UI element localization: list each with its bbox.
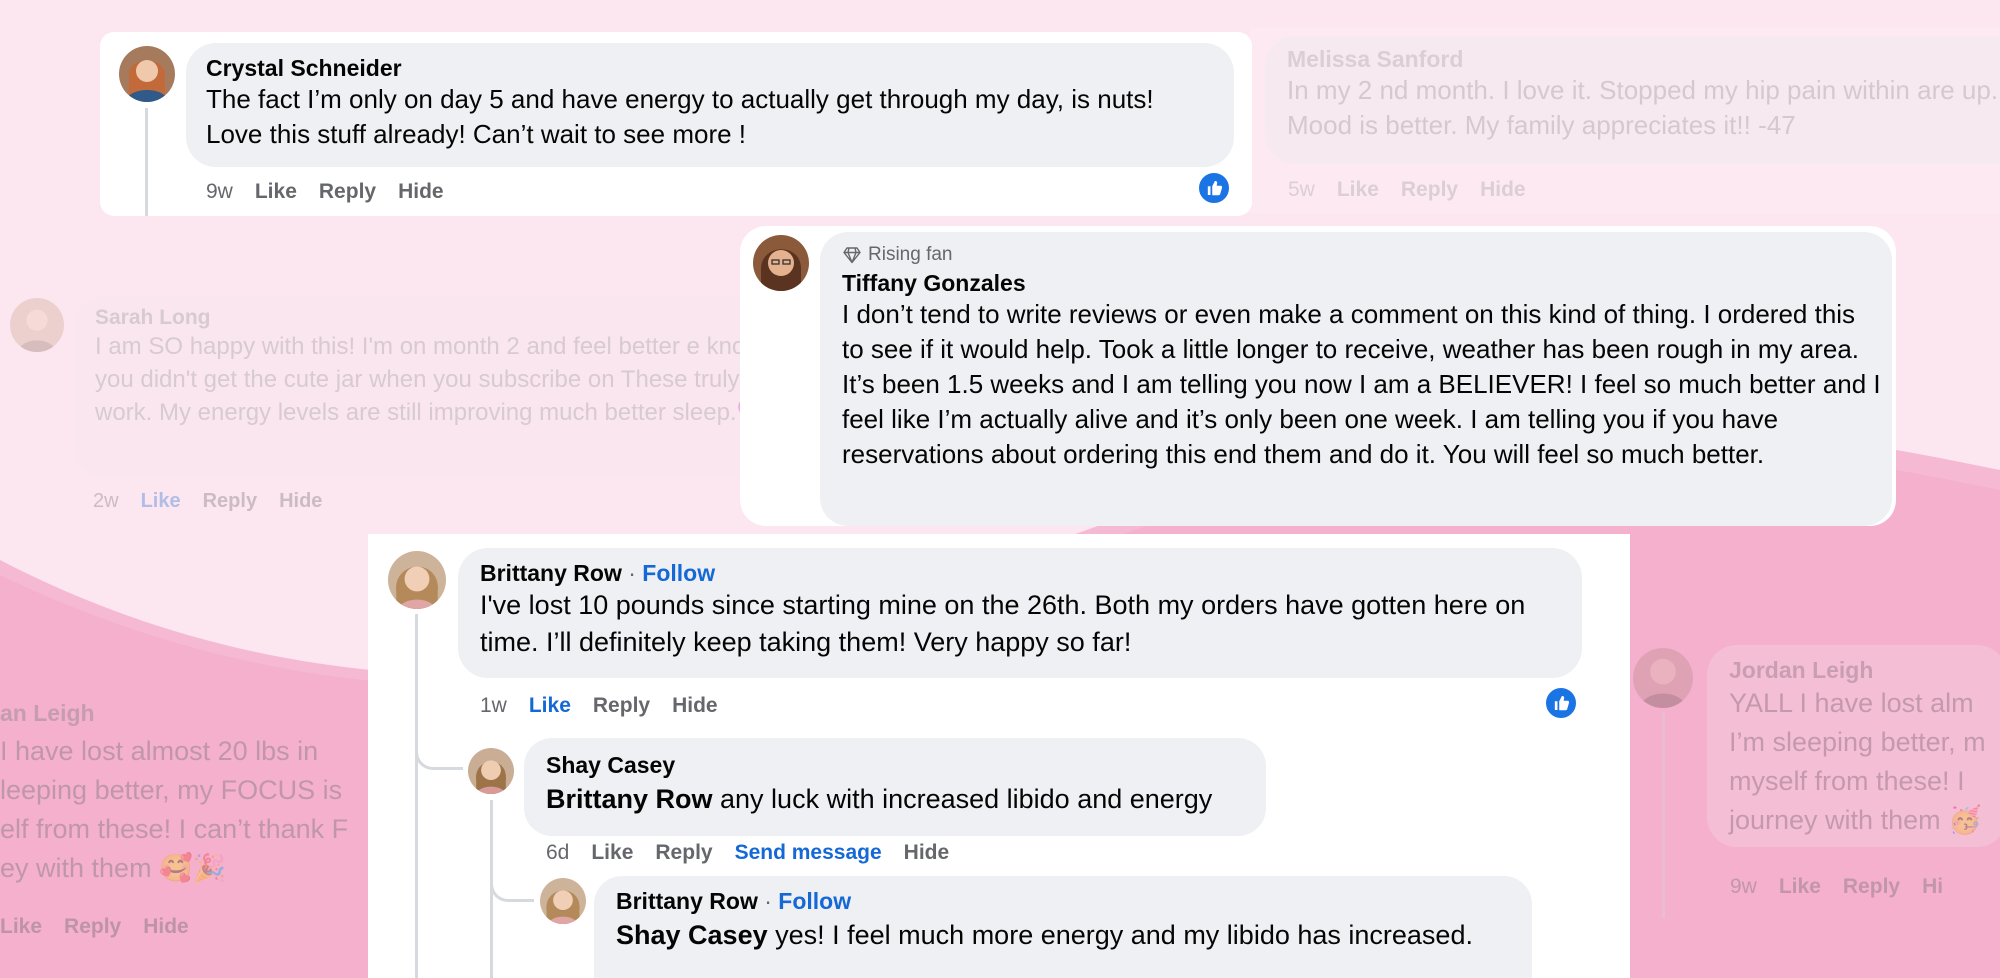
avatar[interactable] [468, 748, 514, 794]
follow-link[interactable]: Follow [778, 888, 851, 914]
comment-text: YALL I have lost alm I’m sleeping better… [1729, 688, 1986, 835]
commenter-name[interactable]: Tiffany Gonzales [842, 270, 1870, 297]
like-link[interactable]: Like [1337, 178, 1379, 202]
commenter-name[interactable]: Jordan Leigh [1729, 657, 1985, 684]
rising-fan-badge[interactable]: Rising fan [842, 244, 1870, 266]
avatar[interactable] [540, 878, 586, 924]
commenter-name[interactable]: Sarah Long [95, 306, 775, 330]
avatar[interactable] [753, 235, 809, 291]
comment-text: I have lost almost 20 lbs in leeping bet… [0, 736, 349, 883]
like-icon[interactable] [1544, 686, 1578, 720]
like-link[interactable]: Like [255, 180, 297, 204]
follow-link[interactable]: Follow [642, 560, 715, 586]
hide-link[interactable]: Hide [398, 180, 444, 204]
commenter-name[interactable]: Brittany Row [480, 560, 622, 586]
comment-time[interactable]: 6d [546, 841, 569, 865]
comment-text: I've lost 10 pounds since starting mine … [480, 590, 1526, 657]
like-link[interactable]: Like [529, 694, 571, 718]
hide-link[interactable]: Hi [1922, 875, 1943, 899]
mention-link[interactable]: Brittany Row [546, 784, 713, 814]
hide-link[interactable]: Hide [1480, 178, 1526, 202]
comment-text: I am SO happy with this! I'm on month 2 … [95, 333, 776, 426]
hide-link[interactable]: Hide [143, 915, 189, 939]
avatar[interactable] [1633, 648, 1693, 708]
comment-time[interactable]: 2w [93, 490, 119, 513]
hide-link[interactable]: Hide [672, 694, 718, 718]
comment-time[interactable]: 9w [1730, 875, 1757, 899]
separator-dot: · [764, 888, 772, 914]
send-message-link[interactable]: Send message [735, 841, 882, 865]
reply-link[interactable]: Reply [203, 490, 257, 513]
comment-text: any luck with increased libido and energ… [712, 784, 1213, 814]
hide-link[interactable]: Hide [904, 841, 950, 865]
comment-text: In my 2 nd month. I love it. Stopped my … [1287, 75, 1999, 140]
comment-time[interactable]: 1w [480, 694, 507, 718]
commenter-name[interactable]: Shay Casey [546, 752, 1244, 779]
like-link[interactable]: Like [141, 490, 181, 513]
commenter-name[interactable]: Brittany Row [616, 888, 758, 914]
separator-dot: · [628, 560, 636, 586]
comment-time[interactable]: 5w [1288, 178, 1315, 202]
reply-link[interactable]: Reply [319, 180, 376, 204]
avatar[interactable] [119, 46, 175, 102]
hide-link[interactable]: Hide [279, 490, 322, 513]
mention-link[interactable]: Shay Casey [616, 920, 768, 950]
commenter-name[interactable]: an Leigh [0, 700, 95, 727]
avatar[interactable] [10, 298, 64, 352]
reply-link[interactable]: Reply [1401, 178, 1458, 202]
comment-time[interactable]: 9w [206, 180, 233, 204]
reply-link[interactable]: Reply [593, 694, 650, 718]
avatar[interactable] [388, 551, 446, 609]
comment-text: I don’t tend to write reviews or even ma… [842, 299, 1881, 469]
like-icon[interactable] [1197, 171, 1231, 205]
diamond-icon [843, 247, 861, 264]
like-link[interactable]: Like [0, 915, 42, 939]
reply-link[interactable]: Reply [655, 841, 712, 865]
comment-text: The fact I’m only on day 5 and have ener… [206, 84, 1154, 149]
comment-text: yes! I feel much more energy and my libi… [767, 920, 1473, 950]
commenter-name[interactable]: Crystal Schneider [206, 55, 1214, 82]
reply-link[interactable]: Reply [64, 915, 121, 939]
badge-label: Rising fan [868, 244, 953, 265]
reply-link[interactable]: Reply [1843, 875, 1900, 899]
like-link[interactable]: Like [591, 841, 633, 865]
commenter-name[interactable]: Melissa Sanford [1287, 46, 2000, 73]
like-link[interactable]: Like [1779, 875, 1821, 899]
